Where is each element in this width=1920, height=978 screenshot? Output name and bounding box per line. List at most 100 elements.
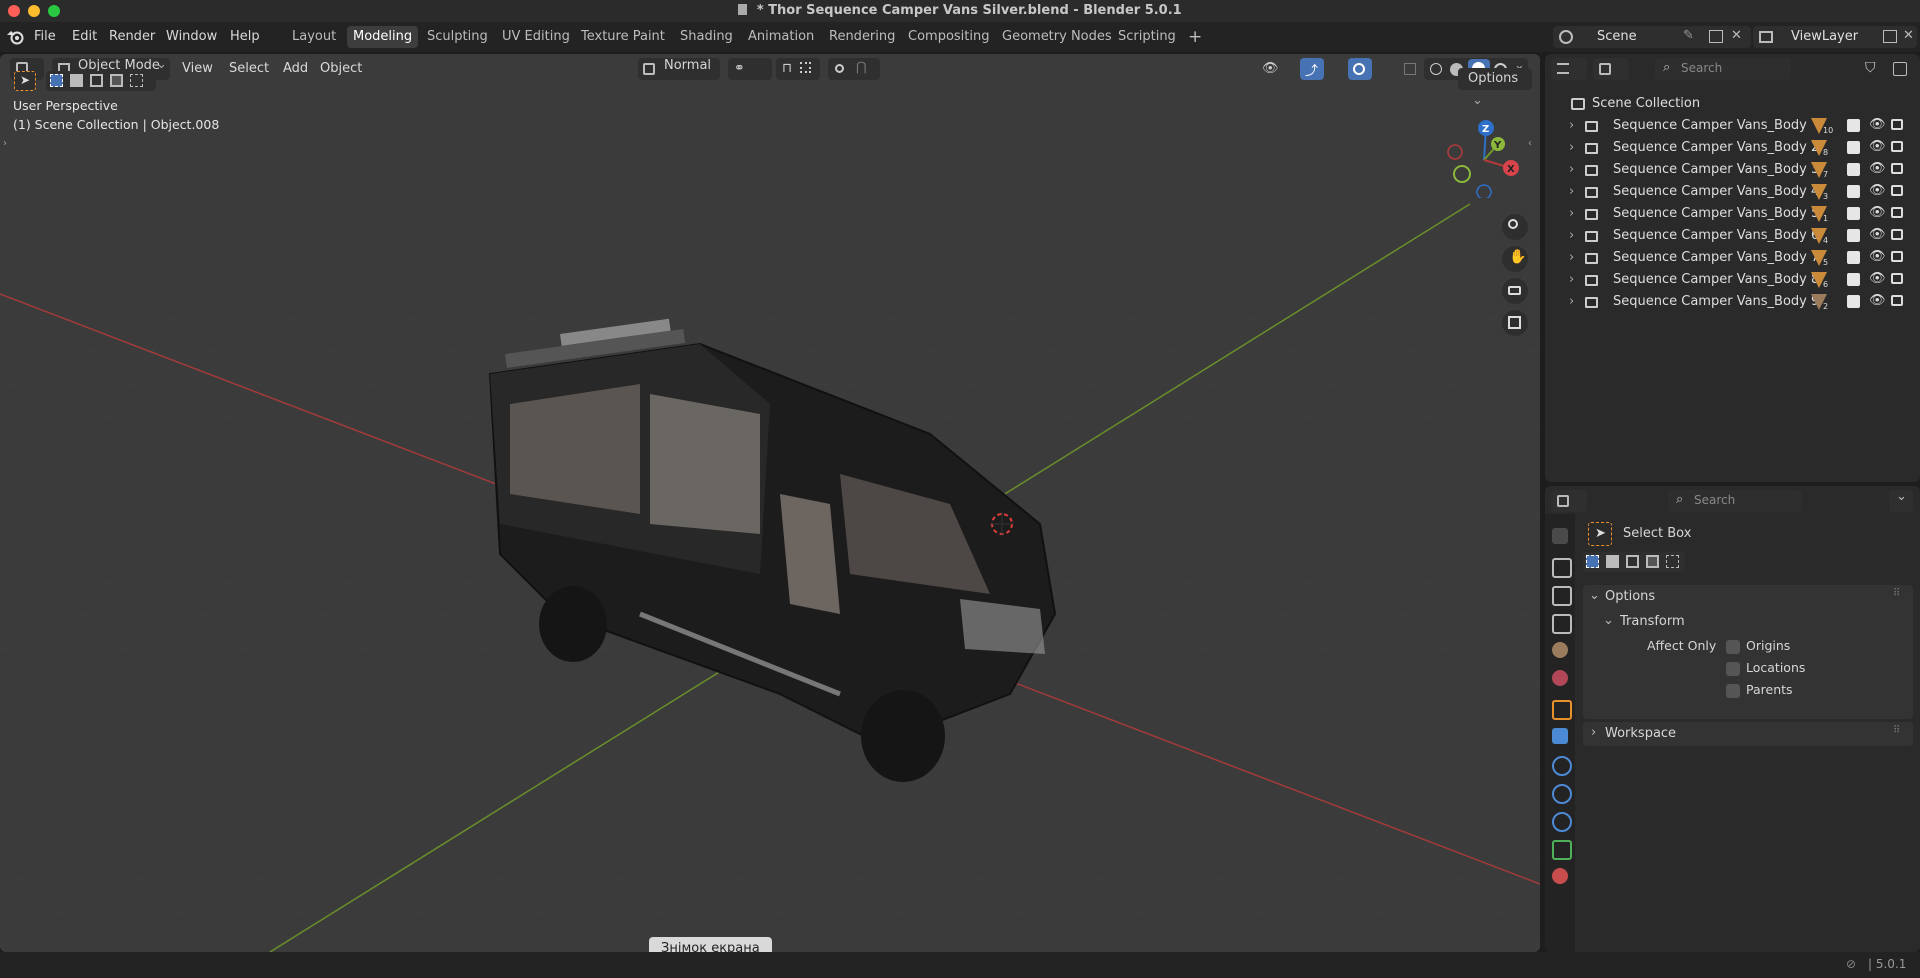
camera-render-icon[interactable] xyxy=(1891,273,1903,284)
chevron-right-icon[interactable]: › xyxy=(1569,203,1574,225)
exclude-checkbox[interactable] xyxy=(1847,273,1860,286)
select-extend-icon[interactable] xyxy=(70,74,83,87)
options-dropdown[interactable]: Options ⌄ xyxy=(1458,68,1532,108)
snap-toggle[interactable]: ⊓ xyxy=(776,58,820,80)
outliner-row[interactable]: › Sequence Camper Vans_Body 5 1 👁 xyxy=(1545,203,1920,225)
menu-help[interactable]: Help xyxy=(230,29,260,44)
tool-selection-mode-group[interactable] xyxy=(1583,552,1685,572)
outliner-root-row[interactable]: Scene Collection xyxy=(1545,93,1920,115)
outliner-editor-type-button[interactable] xyxy=(1551,58,1587,80)
tab-geometry-nodes[interactable]: Geometry Nodes xyxy=(996,26,1118,48)
select-new-icon[interactable] xyxy=(1586,555,1599,568)
select-subtract-icon[interactable] xyxy=(1626,555,1639,568)
blender-logo-icon[interactable] xyxy=(6,29,24,45)
eye-icon[interactable]: 👁 xyxy=(1869,180,1886,202)
object-tab-icon[interactable] xyxy=(1552,700,1572,720)
origins-checkbox[interactable] xyxy=(1726,640,1740,654)
output-tab-icon[interactable] xyxy=(1552,586,1572,606)
eye-icon[interactable]: 👁 xyxy=(1869,268,1886,290)
eye-icon[interactable]: 👁 xyxy=(1869,224,1886,246)
drag-handle-icon[interactable]: ⠿ xyxy=(1893,725,1900,736)
viewport-scene[interactable] xyxy=(0,54,1540,952)
exclude-checkbox[interactable] xyxy=(1847,207,1860,220)
scene-selector[interactable]: Scene ✎ ✕ xyxy=(1553,26,1751,48)
constraints-tab-icon[interactable] xyxy=(1552,812,1572,832)
gizmo-toggle[interactable]: ⤴ xyxy=(1300,58,1324,80)
new-scene-icon[interactable] xyxy=(1709,30,1723,43)
outliner-row[interactable]: › Sequence Camper Vans_Body 7 5 👁 xyxy=(1545,247,1920,269)
modifier-tab-icon[interactable] xyxy=(1552,728,1568,744)
eye-icon[interactable]: 👁 xyxy=(1869,114,1886,136)
camera-render-icon[interactable] xyxy=(1891,295,1903,306)
pin-icon[interactable]: ✎ xyxy=(1683,28,1694,43)
material-tab-icon[interactable] xyxy=(1552,868,1568,884)
eye-icon[interactable]: 👁 xyxy=(1869,202,1886,224)
tool-tab-icon[interactable] xyxy=(1552,528,1568,544)
tab-texture-paint[interactable]: Texture Paint xyxy=(575,26,671,48)
outliner-row[interactable]: › Sequence Camper Vans_Body 4 3 👁 xyxy=(1545,181,1920,203)
camera-render-icon[interactable] xyxy=(1891,207,1903,218)
particles-tab-icon[interactable] xyxy=(1552,756,1572,776)
zoom-button[interactable] xyxy=(1502,214,1528,240)
display-mode-button[interactable] xyxy=(1593,58,1629,80)
tab-sculpting[interactable]: Sculpting xyxy=(421,26,494,48)
parents-checkbox[interactable] xyxy=(1726,684,1740,698)
drag-handle-icon[interactable]: ⠿ xyxy=(1893,588,1900,599)
pivot-selector[interactable]: ⚭ xyxy=(728,58,772,80)
selection-mode-group[interactable] xyxy=(46,71,156,91)
active-tool-select-box[interactable]: ➤ xyxy=(14,71,36,91)
transform-orientation-selector[interactable]: Normal xyxy=(638,58,720,80)
viewport-menu-view[interactable]: View xyxy=(182,58,213,80)
chevron-right-icon[interactable]: › xyxy=(1569,115,1574,137)
eye-icon[interactable]: 👁 xyxy=(1869,290,1886,312)
add-workspace-icon[interactable]: + xyxy=(1182,26,1208,48)
render-tab-icon[interactable] xyxy=(1552,558,1572,578)
exclude-checkbox[interactable] xyxy=(1847,229,1860,242)
tab-shading[interactable]: Shading xyxy=(674,26,739,48)
chevron-right-icon[interactable]: › xyxy=(1569,247,1574,269)
chevron-right-icon[interactable]: › xyxy=(1569,269,1574,291)
menu-window[interactable]: Window xyxy=(166,29,217,44)
exclude-checkbox[interactable] xyxy=(1847,185,1860,198)
chevron-right-icon[interactable]: › xyxy=(1569,137,1574,159)
scene-tab-icon[interactable] xyxy=(1552,642,1568,658)
eye-icon[interactable]: 👁 xyxy=(1869,158,1886,180)
select-intersect-icon[interactable] xyxy=(1666,555,1679,568)
world-tab-icon[interactable] xyxy=(1552,670,1568,686)
xray-icon[interactable] xyxy=(1404,63,1416,75)
exclude-checkbox[interactable] xyxy=(1847,141,1860,154)
exclude-checkbox[interactable] xyxy=(1847,295,1860,308)
options-panel-header[interactable]: ⌄ Options ⠿ xyxy=(1583,585,1913,609)
view-layer-selector[interactable]: ViewLayer ✕ xyxy=(1753,26,1917,48)
select-extend-icon[interactable] xyxy=(1606,555,1619,568)
menu-edit[interactable]: Edit xyxy=(72,29,97,44)
tab-uv-editing[interactable]: UV Editing xyxy=(496,26,576,48)
toolbar-expand-icon[interactable]: › xyxy=(3,138,7,149)
camera-render-icon[interactable] xyxy=(1891,119,1903,130)
workspace-panel-header[interactable]: › Workspace ⠿ xyxy=(1583,722,1913,746)
outliner-row[interactable]: › Sequence Camper Vans_Body 10 👁 xyxy=(1545,115,1920,137)
tab-compositing[interactable]: Compositing xyxy=(902,26,996,48)
viewport-menu-add[interactable]: Add xyxy=(283,58,308,80)
transform-subpanel-header[interactable]: ⌄ Transform xyxy=(1583,611,1913,633)
chevron-right-icon[interactable]: › xyxy=(1569,181,1574,203)
remove-view-layer-icon[interactable]: ✕ xyxy=(1903,28,1914,43)
camera-render-icon[interactable] xyxy=(1891,163,1903,174)
tab-animation[interactable]: Animation xyxy=(742,26,820,48)
chevron-right-icon[interactable]: › xyxy=(1569,225,1574,247)
outliner-row[interactable]: › Sequence Camper Vans_Body 2 8 👁 xyxy=(1545,137,1920,159)
camera-render-icon[interactable] xyxy=(1891,251,1903,262)
camera-render-icon[interactable] xyxy=(1891,229,1903,240)
exclude-checkbox[interactable] xyxy=(1847,119,1860,132)
overlay-toggle[interactable] xyxy=(1348,58,1372,80)
viewport-menu-select[interactable]: Select xyxy=(229,58,269,80)
tab-rendering[interactable]: Rendering xyxy=(823,26,901,48)
outliner-row[interactable]: › Sequence Camper Vans_Body 8 6 👁 xyxy=(1545,269,1920,291)
select-new-icon[interactable] xyxy=(50,74,63,87)
data-tab-icon[interactable] xyxy=(1552,840,1572,860)
select-invert-icon[interactable] xyxy=(110,74,123,87)
wireframe-shading-icon[interactable] xyxy=(1430,63,1442,75)
menu-render[interactable]: Render xyxy=(109,29,155,44)
exclude-checkbox[interactable] xyxy=(1847,163,1860,176)
camera-view-button[interactable] xyxy=(1502,278,1528,304)
